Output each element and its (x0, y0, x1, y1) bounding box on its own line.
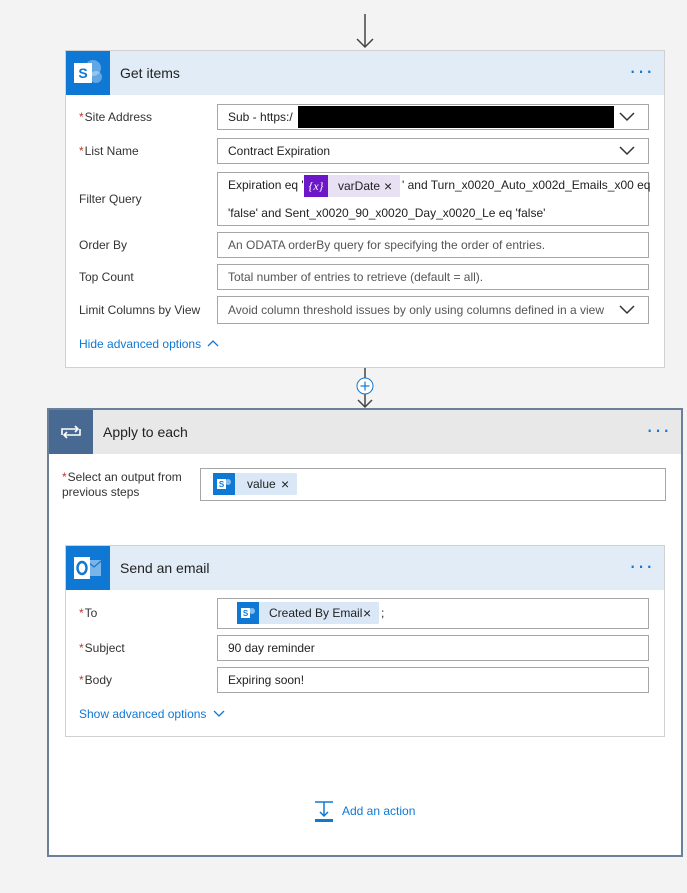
order-by-input[interactable]: An ODATA orderBy query for specifying th… (217, 232, 649, 258)
filter-query-input[interactable]: Expiration eq ' {x} varDate × ' and Turn… (217, 172, 651, 226)
add-action-label: Add an action (342, 804, 416, 818)
redacted-url (298, 106, 614, 128)
value-token[interactable]: S value × (213, 473, 297, 495)
svg-text:{x}: {x} (309, 179, 324, 193)
vardate-token-label: varDate (338, 179, 381, 193)
top-count-placeholder: Total number of entries to retrieve (def… (228, 270, 484, 284)
more-options-button[interactable]: ··· (629, 51, 654, 91)
subject-input[interactable]: 90 day reminder (217, 635, 649, 661)
chevron-down-icon (213, 710, 225, 717)
apply-to-each-header[interactable]: Apply to each ··· (49, 410, 681, 454)
get-items-card: S Get items ··· *Site Address Sub - http… (65, 50, 665, 368)
variable-icon: {x} (304, 175, 328, 197)
sharepoint-icon: S (66, 51, 110, 95)
chevron-down-icon[interactable] (618, 302, 636, 318)
loop-icon (49, 410, 93, 454)
list-name-dropdown[interactable]: Contract Expiration (217, 138, 649, 164)
value-token-label: value (247, 477, 276, 491)
body-label: *Body (79, 673, 113, 687)
svg-text:S: S (78, 65, 87, 81)
subject-label: *Subject (79, 641, 125, 655)
more-options-button[interactable]: ··· (646, 410, 671, 450)
order-by-placeholder: An ODATA orderBy query for specifying th… (228, 238, 546, 252)
svg-text:S: S (219, 480, 225, 489)
created-by-email-label: Created By Email (269, 606, 363, 620)
order-by-label: Order By (79, 238, 128, 252)
vardate-token[interactable]: {x} varDate × (304, 175, 400, 197)
send-email-title: Send an email (120, 560, 210, 576)
created-by-email-token[interactable]: S Created By Email × (237, 602, 379, 624)
send-email-card: Send an email ··· *To S Created By Email… (65, 545, 665, 737)
top-count-input[interactable]: Total number of entries to retrieve (def… (217, 264, 649, 290)
body-input[interactable]: Expiring soon! (217, 667, 649, 693)
to-label: *To (79, 606, 98, 620)
chevron-up-icon (207, 340, 219, 347)
filter-query-prefix: Expiration eq ' (228, 178, 304, 192)
select-output-label: *Select an output from previous steps (62, 470, 182, 499)
get-items-title: Get items (120, 65, 180, 81)
show-advanced-options-link[interactable]: Show advanced options (79, 707, 226, 721)
more-options-button[interactable]: ··· (629, 546, 654, 586)
remove-token-icon[interactable]: × (363, 602, 371, 624)
insert-step-button[interactable] (356, 377, 374, 395)
get-items-header[interactable]: S Get items ··· (66, 51, 664, 95)
limit-columns-label: Limit Columns by View (79, 303, 201, 317)
filter-query-line2: 'false' and Sent_x0020_90_x0020_Day_x002… (228, 206, 546, 220)
top-count-label: Top Count (79, 270, 134, 284)
list-name-value: Contract Expiration (228, 144, 331, 158)
add-action-icon (315, 801, 333, 822)
remove-token-icon[interactable]: × (281, 473, 289, 495)
apply-to-each-container: Apply to each ··· *Select an output from… (47, 408, 683, 857)
to-separator: ; (381, 606, 385, 620)
filter-query-label: Filter Query (79, 192, 142, 206)
plus-icon (356, 377, 374, 395)
sharepoint-icon: S (237, 602, 259, 624)
site-address-dropdown[interactable]: Sub - https:/ (217, 104, 649, 130)
subject-value: 90 day reminder (228, 641, 315, 655)
list-name-label: *List Name (79, 144, 139, 158)
to-input[interactable]: S Created By Email × ; (217, 598, 649, 629)
body-value: Expiring soon! (228, 673, 305, 687)
limit-columns-dropdown[interactable]: Avoid column threshold issues by only us… (217, 296, 649, 324)
connector-arrow-icon (356, 14, 374, 49)
chevron-down-icon[interactable] (618, 109, 636, 125)
svg-text:S: S (243, 609, 249, 618)
remove-token-icon[interactable]: × (384, 175, 392, 197)
site-address-label: *Site Address (79, 110, 153, 124)
select-output-input[interactable]: S value × (200, 468, 666, 501)
outlook-icon (66, 546, 110, 590)
hide-advanced-options-link[interactable]: Hide advanced options (79, 337, 220, 351)
apply-to-each-title: Apply to each (103, 424, 188, 440)
sharepoint-icon: S (213, 473, 235, 495)
limit-columns-placeholder: Avoid column threshold issues by only us… (228, 303, 604, 317)
send-email-header[interactable]: Send an email ··· (66, 546, 664, 590)
chevron-down-icon[interactable] (618, 143, 636, 159)
filter-query-suffix: ' and Turn_x0020_Auto_x002d_Emails_x00 e… (402, 178, 651, 192)
site-address-value: Sub - https:/ (228, 110, 293, 124)
